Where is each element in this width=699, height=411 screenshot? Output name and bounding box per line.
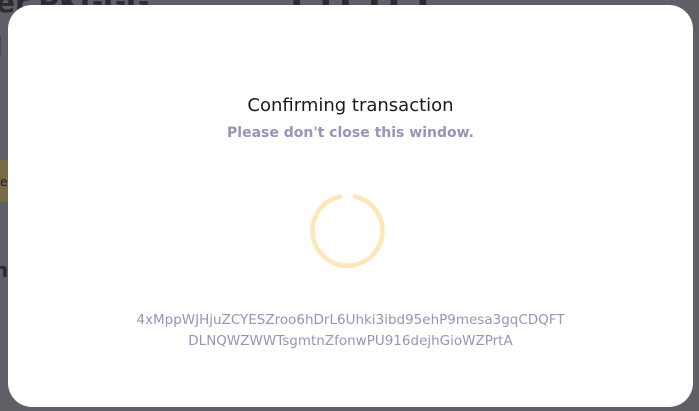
modal-title: Confirming transaction — [247, 95, 454, 116]
confirming-transaction-modal: Confirming transaction Please don't clos… — [8, 5, 693, 407]
transaction-hash-line: 4xMppWJHjuZCYESZroo6hDrL6Uhki3ibd95ehP9m… — [136, 312, 565, 328]
background-page-fragment: e — [0, 175, 8, 189]
transaction-hash-line: DLNQWZWWTsgmtnZfonwPU916dejhGioWZPrtA — [188, 333, 513, 349]
transaction-hash: 4xMppWJHjuZCYESZroo6hDrL6Uhki3ibd95ehP9m… — [8, 310, 693, 352]
background-page-fragment: J — [0, 30, 3, 65]
background-page-fragment: n — [0, 258, 9, 282]
loading-spinner-icon — [310, 194, 385, 269]
modal-subtitle: Please don't close this window. — [227, 125, 474, 141]
